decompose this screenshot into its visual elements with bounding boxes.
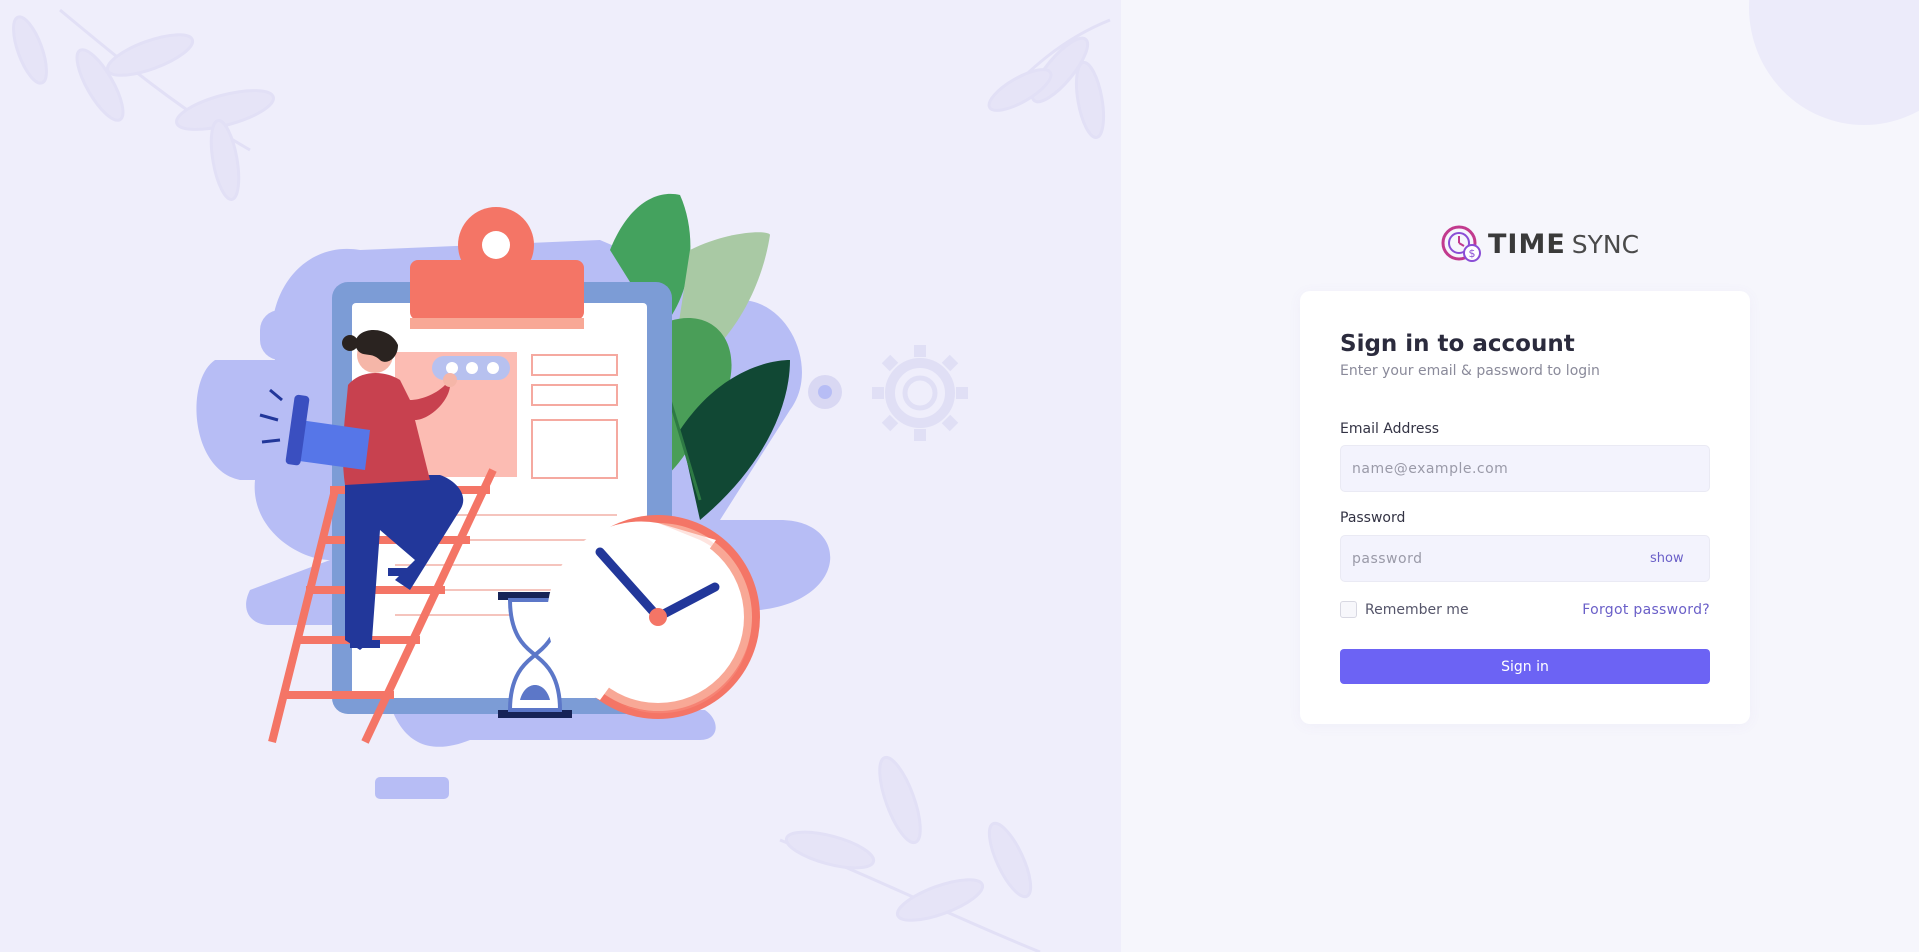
show-password-toggle[interactable]: show — [1650, 551, 1684, 566]
small-gear-icon — [808, 375, 842, 409]
hero-illustration — [12, 8, 1111, 952]
email-label: Email Address — [1340, 421, 1440, 437]
sign-in-button[interactable]: Sign in — [1340, 649, 1710, 684]
gear-icon — [872, 345, 968, 441]
remember-me[interactable]: Remember me — [1340, 601, 1469, 618]
illustration-panel — [0, 0, 1121, 952]
remember-checkbox[interactable] — [1340, 601, 1357, 618]
login-panel: $ TIME SYNC Sign in to account Enter you… — [1121, 0, 1919, 952]
forgot-password-link[interactable]: Forgot password? — [1582, 602, 1710, 618]
page-title: Sign in to account — [1340, 331, 1575, 357]
remember-label: Remember me — [1365, 601, 1469, 618]
svg-text:$: $ — [1469, 247, 1476, 260]
clock-dollar-icon: $ — [1441, 225, 1481, 262]
corner-blob — [1749, 0, 1919, 125]
page-subtitle: Enter your email & password to login — [1340, 363, 1600, 379]
brand-logo: $ TIME SYNC — [1440, 224, 1639, 264]
brand-name-bold: TIME — [1488, 228, 1566, 260]
email-field[interactable] — [1340, 445, 1710, 492]
password-label: Password — [1340, 510, 1406, 526]
brand-name-light: SYNC — [1571, 229, 1640, 259]
login-card: Sign in to account Enter your email & pa… — [1300, 291, 1750, 724]
